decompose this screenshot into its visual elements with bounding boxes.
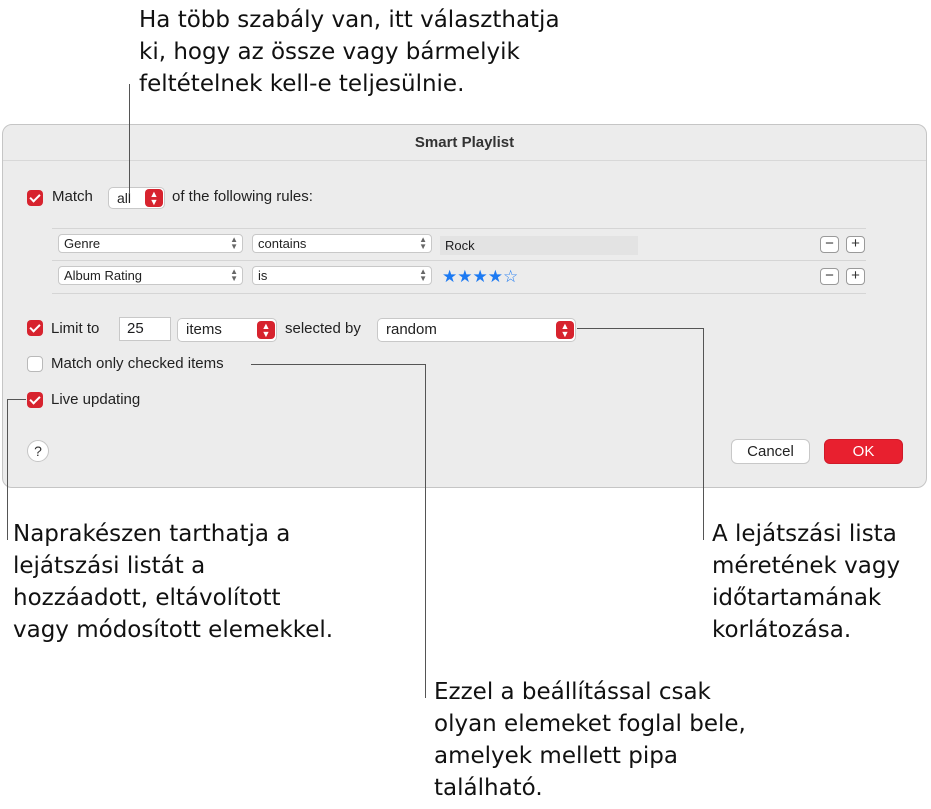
up-down-chevron-icon: ▲ ▼ bbox=[556, 321, 574, 339]
rule-2-remove-button[interactable]: − bbox=[820, 268, 839, 285]
callout-line: A lejátszási lista bbox=[712, 521, 897, 547]
up-down-chevron-icon: ▲ ▼ bbox=[419, 235, 427, 251]
callout-match-rules: Ha több szabály van, itt választhatja ki… bbox=[139, 4, 560, 100]
leader-line-match bbox=[129, 84, 130, 194]
callout-limit: A lejátszási lista méretének vagy időtar… bbox=[712, 518, 900, 646]
leader-line-limit bbox=[703, 328, 704, 540]
callout-line: található. bbox=[434, 775, 543, 801]
limit-value-field[interactable]: 25 bbox=[119, 317, 171, 341]
limit-unit-select[interactable]: items ▲ ▼ bbox=[177, 318, 277, 342]
up-down-chevron-icon: ▲ ▼ bbox=[145, 189, 163, 207]
match-checked-label: Match only checked items bbox=[51, 355, 224, 372]
ok-button[interactable]: OK bbox=[824, 439, 903, 464]
callout-line: hozzáadott, eltávolított bbox=[13, 585, 281, 611]
rule-1-operator-value: contains bbox=[258, 236, 307, 251]
help-button[interactable]: ? bbox=[27, 440, 49, 462]
match-selector[interactable]: all ▲ ▼ bbox=[108, 187, 165, 209]
callout-live-updating: Naprakészen tarthatja a lejátszási listá… bbox=[13, 518, 333, 646]
cancel-button[interactable]: Cancel bbox=[731, 439, 810, 464]
match-checkbox[interactable] bbox=[27, 190, 43, 206]
leader-line-match-checked bbox=[425, 364, 426, 698]
limit-label: Limit to bbox=[51, 320, 100, 337]
up-down-chevron-icon: ▲ ▼ bbox=[230, 235, 238, 251]
callout-line: méretének vagy bbox=[712, 553, 901, 579]
callout-line: Naprakészen tarthatja a bbox=[13, 521, 291, 547]
rule-2-field-select[interactable]: Album Rating ▲ ▼ bbox=[58, 266, 243, 285]
live-updating-label: Live updating bbox=[51, 391, 141, 408]
rule-1-operator-select[interactable]: contains ▲ ▼ bbox=[252, 234, 432, 253]
callout-line: korlátozása. bbox=[712, 617, 852, 643]
rule-2-operator-select[interactable]: is ▲ ▼ bbox=[252, 266, 432, 285]
callout-line: Ha több szabály van, itt választhatja bbox=[139, 7, 560, 33]
live-updating-checkbox[interactable] bbox=[27, 392, 43, 408]
callout-line: Ezzel a beállítással csak bbox=[434, 679, 711, 705]
rule-1-remove-button[interactable]: − bbox=[820, 236, 839, 253]
selected-by-select[interactable]: random ▲ ▼ bbox=[377, 318, 576, 342]
dialog-title: Smart Playlist bbox=[3, 125, 926, 161]
rule-1-field-select[interactable]: Genre ▲ ▼ bbox=[58, 234, 243, 253]
callout-line: vagy módosított elemekkel. bbox=[13, 617, 334, 643]
rule-1-add-button[interactable]: + bbox=[846, 236, 865, 253]
callout-line: lejátszási listát a bbox=[13, 553, 206, 579]
up-down-chevron-icon: ▲ ▼ bbox=[257, 321, 275, 339]
leader-line-match-checked-h bbox=[251, 364, 426, 365]
limit-unit-value: items bbox=[186, 321, 222, 338]
rule-1-field-value: Genre bbox=[64, 236, 101, 251]
leader-line-live-updating-h bbox=[7, 399, 26, 400]
leader-line-live-updating bbox=[7, 399, 8, 540]
rule-2-star-rating[interactable]: ★★★★☆ bbox=[442, 267, 518, 287]
match-label: Match bbox=[52, 188, 93, 205]
rule-2-field-value: Album Rating bbox=[64, 268, 143, 283]
leader-line-limit-h bbox=[577, 328, 704, 329]
limit-checkbox[interactable] bbox=[27, 320, 43, 336]
match-suffix: of the following rules: bbox=[172, 188, 313, 205]
callout-match-checked: Ezzel a beállítással csak olyan elemeket… bbox=[434, 676, 746, 804]
selected-by-value: random bbox=[386, 321, 437, 338]
rule-divider bbox=[52, 260, 866, 261]
smart-playlist-dialog: Smart Playlist bbox=[2, 124, 927, 488]
match-checked-checkbox[interactable] bbox=[27, 356, 43, 372]
callout-line: olyan elemeket foglal bele, bbox=[434, 711, 746, 737]
up-down-chevron-icon: ▲ ▼ bbox=[230, 267, 238, 283]
selected-by-label: selected by bbox=[285, 320, 361, 337]
rule-1-value-field[interactable]: Rock bbox=[440, 236, 638, 255]
callout-line: időtartamának bbox=[712, 585, 882, 611]
up-down-chevron-icon: ▲ ▼ bbox=[419, 267, 427, 283]
callout-line: ki, hogy az össze vagy bármelyik bbox=[139, 39, 520, 65]
callout-line: amelyek mellett pipa bbox=[434, 743, 678, 769]
rule-2-add-button[interactable]: + bbox=[846, 268, 865, 285]
rule-2-operator-value: is bbox=[258, 268, 268, 283]
callout-line: feltételnek kell-e teljesülnie. bbox=[139, 71, 465, 97]
